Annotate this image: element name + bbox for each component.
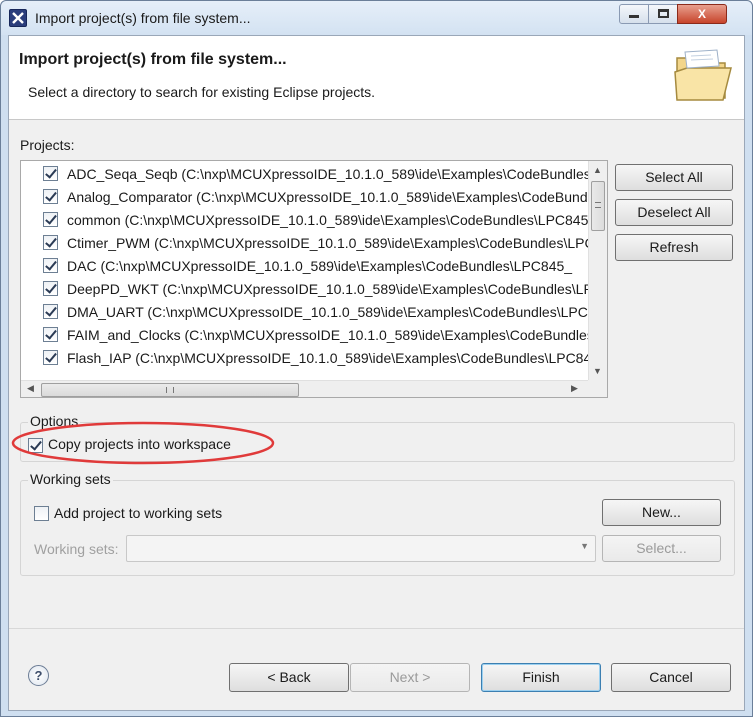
working-sets-combo[interactable]: ▼ (126, 535, 596, 562)
close-button[interactable]: X (677, 4, 727, 24)
working-sets-label: Working sets (28, 471, 113, 487)
project-row[interactable]: DeepPD_WKT (C:\nxp\MCUXpressoIDE_10.1.0_… (43, 279, 588, 300)
banner-message: Select a directory to search for existin… (28, 84, 376, 100)
project-checkbox[interactable] (43, 327, 58, 342)
wizard-banner: Import project(s) from file system... Se… (9, 36, 744, 120)
project-label: DeepPD_WKT (C:\nxp\MCUXpressoIDE_10.1.0_… (67, 281, 588, 297)
scroll-corner (588, 380, 607, 397)
select-all-button[interactable]: Select All (615, 164, 733, 191)
project-checkbox[interactable] (43, 304, 58, 319)
projects-label: Projects: (20, 137, 75, 153)
project-checkbox[interactable] (43, 189, 58, 204)
project-row[interactable]: Flash_IAP (C:\nxp\MCUXpressoIDE_10.1.0_5… (43, 348, 588, 369)
project-row[interactable]: Analog_Comparator (C:\nxp\MCUXpressoIDE_… (43, 187, 588, 208)
title-bar[interactable]: Import project(s) from file system... X (1, 1, 752, 35)
project-row[interactable]: FAIM_and_Clocks (C:\nxp\MCUXpressoIDE_10… (43, 325, 588, 346)
project-row[interactable]: DMA_UART (C:\nxp\MCUXpressoIDE_10.1.0_58… (43, 302, 588, 323)
project-label: FAIM_and_Clocks (C:\nxp\MCUXpressoIDE_10… (67, 327, 588, 343)
project-label: Flash_IAP (C:\nxp\MCUXpressoIDE_10.1.0_5… (67, 350, 588, 366)
window-title: Import project(s) from file system... (35, 10, 251, 26)
project-list-vertical-scrollbar[interactable]: ▲ ▼ (588, 161, 607, 380)
project-checkbox[interactable] (43, 350, 58, 365)
select-working-sets-button[interactable]: Select... (602, 535, 721, 562)
minimize-button[interactable] (619, 4, 649, 24)
new-working-set-button[interactable]: New... (602, 499, 721, 526)
scroll-right-icon[interactable]: ▶ (571, 383, 578, 394)
finish-button[interactable]: Finish (481, 663, 601, 692)
project-label: ADC_Seqa_Seqb (C:\nxp\MCUXpressoIDE_10.1… (67, 166, 588, 182)
back-button[interactable]: < Back (229, 663, 349, 692)
project-label: DMA_UART (C:\nxp\MCUXpressoIDE_10.1.0_58… (67, 304, 588, 320)
project-checkbox[interactable] (43, 235, 58, 250)
minimize-icon (629, 15, 639, 18)
project-row[interactable]: Ctimer_PWM (C:\nxp\MCUXpressoIDE_10.1.0_… (43, 233, 588, 254)
project-label: Analog_Comparator (C:\nxp\MCUXpressoIDE_… (67, 189, 588, 205)
dialog-content: Import project(s) from file system... Se… (8, 35, 745, 711)
maximize-icon (657, 9, 669, 18)
refresh-button[interactable]: Refresh (615, 234, 733, 261)
chevron-down-icon: ▼ (580, 541, 589, 551)
project-list-horizontal-scrollbar[interactable]: ◀ ▶ (21, 380, 588, 397)
deselect-all-button[interactable]: Deselect All (615, 199, 733, 226)
project-checkbox[interactable] (43, 258, 58, 273)
project-row[interactable]: DAC (C:\nxp\MCUXpressoIDE_10.1.0_589\ide… (43, 256, 588, 277)
scroll-up-icon[interactable]: ▲ (593, 165, 602, 175)
project-list[interactable]: ADC_Seqa_Seqb (C:\nxp\MCUXpressoIDE_10.1… (20, 160, 608, 398)
project-row[interactable]: ADC_Seqa_Seqb (C:\nxp\MCUXpressoIDE_10.1… (43, 164, 588, 185)
vertical-scroll-thumb[interactable] (591, 181, 605, 231)
open-folder-icon (674, 49, 732, 101)
scroll-down-icon[interactable]: ▼ (593, 366, 602, 376)
project-row[interactable]: common (C:\nxp\MCUXpressoIDE_10.1.0_589\… (43, 210, 588, 231)
add-to-working-sets-checkbox[interactable] (34, 506, 49, 521)
eclipse-app-icon (9, 9, 27, 27)
project-label: DAC (C:\nxp\MCUXpressoIDE_10.1.0_589\ide… (67, 258, 573, 274)
help-icon[interactable]: ? (28, 665, 49, 686)
cancel-button[interactable]: Cancel (611, 663, 731, 692)
project-checkbox[interactable] (43, 281, 58, 296)
scroll-left-icon[interactable]: ◀ (27, 383, 34, 394)
project-checkbox[interactable] (43, 166, 58, 181)
project-checkbox[interactable] (43, 212, 58, 227)
grip-icon (166, 387, 174, 393)
close-icon: X (697, 7, 706, 21)
banner-title: Import project(s) from file system... (19, 51, 287, 68)
add-to-working-sets-label[interactable]: Add project to working sets (54, 505, 222, 521)
maximize-button[interactable] (648, 4, 678, 24)
working-sets-field-label: Working sets: (34, 541, 119, 557)
import-dialog-window: Import project(s) from file system... X … (0, 0, 753, 717)
project-label: common (C:\nxp\MCUXpressoIDE_10.1.0_589\… (67, 212, 588, 228)
project-label: Ctimer_PWM (C:\nxp\MCUXpressoIDE_10.1.0_… (67, 235, 588, 251)
grip-icon (595, 202, 601, 208)
horizontal-scroll-thumb[interactable] (41, 383, 299, 397)
next-button[interactable]: Next > (350, 663, 470, 692)
footer-divider (9, 628, 744, 629)
highlight-annotation (11, 421, 275, 465)
